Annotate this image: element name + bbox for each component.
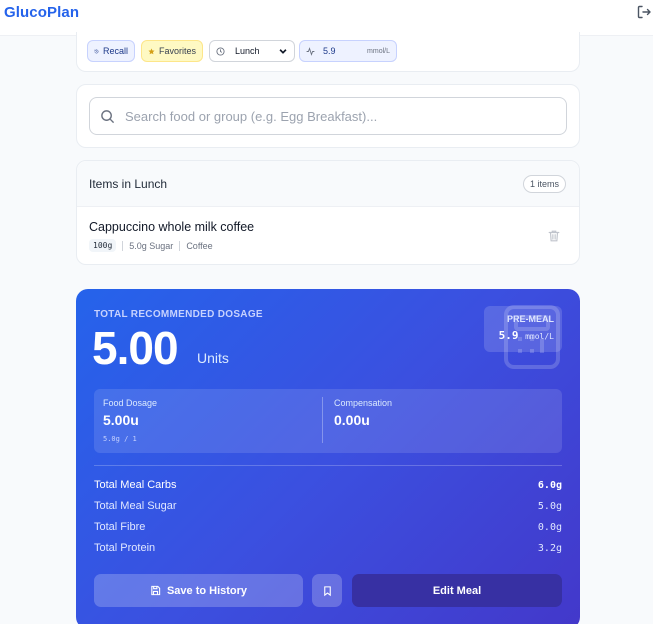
premeal-label: PRE-MEAL bbox=[507, 314, 554, 324]
logout-icon[interactable] bbox=[636, 4, 652, 20]
save-to-history-button[interactable]: Save to History bbox=[94, 574, 303, 607]
divider bbox=[122, 240, 124, 251]
bookmark-button[interactable] bbox=[312, 574, 342, 607]
dosage-breakdown: Food Dosage 5.00u 5.0g / 1 Compensation … bbox=[94, 389, 562, 453]
edit-meal-button[interactable]: Edit Meal bbox=[352, 574, 562, 607]
meal-type-select[interactable]: Lunch bbox=[209, 40, 295, 62]
items-count-badge: 1 items bbox=[523, 175, 567, 193]
dosage-summary-card: TOTAL RECOMMENDED DOSAGE 5.00 Units PRE-… bbox=[76, 289, 580, 624]
total-sugar-label: Total Meal Sugar bbox=[94, 500, 177, 512]
meal-items-header: Items in Lunch 1 items bbox=[77, 161, 579, 207]
chevron-down-icon bbox=[279, 49, 287, 54]
star-icon bbox=[148, 47, 155, 54]
total-fibre-label: Total Fibre bbox=[94, 521, 146, 533]
total-sugar-value: 5.0g bbox=[537, 501, 562, 512]
clock-icon bbox=[216, 46, 225, 56]
compensation-value: 0.00u bbox=[334, 412, 370, 428]
item-meta: 100g 5.0g Sugar Coffee bbox=[89, 239, 213, 252]
save-icon bbox=[151, 585, 161, 596]
search-card bbox=[76, 84, 580, 148]
dosage-value: 5.00 bbox=[92, 322, 179, 374]
item-name: Cappuccino whole milk coffee bbox=[89, 220, 255, 234]
item-weight-badge: 100g bbox=[89, 239, 117, 252]
meal-type-value: Lunch bbox=[235, 46, 260, 56]
search-field[interactable] bbox=[89, 97, 567, 135]
divider bbox=[322, 397, 323, 443]
item-category: Coffee bbox=[186, 240, 213, 251]
app-header: GlucoPlan bbox=[0, 0, 653, 36]
app-title: GlucoPlan bbox=[4, 4, 80, 21]
food-dosage-formula: 5.0g / 1 bbox=[103, 435, 137, 443]
recall-button[interactable]: Recall bbox=[87, 40, 135, 62]
total-fibre-value: 0.0g bbox=[537, 522, 562, 533]
item-sugar: 5.0g Sugar bbox=[129, 240, 174, 251]
bookmark-icon bbox=[323, 585, 331, 596]
search-icon bbox=[101, 109, 115, 123]
compensation-label: Compensation bbox=[334, 398, 393, 408]
total-carbs-label: Total Meal Carbs bbox=[94, 479, 177, 491]
total-protein-label: Total Protein bbox=[94, 542, 156, 554]
divider bbox=[179, 240, 181, 251]
dosage-unit: Units bbox=[197, 350, 229, 366]
meal-items-title: Items in Lunch bbox=[89, 177, 168, 191]
dosage-label: TOTAL RECOMMENDED DOSAGE bbox=[94, 309, 263, 320]
history-icon bbox=[94, 49, 99, 53]
favorites-button[interactable]: Favorites bbox=[141, 40, 203, 62]
premeal-unit: mmol/L bbox=[525, 332, 554, 341]
favorites-label: Favorites bbox=[158, 46, 196, 56]
meal-items-card: Items in Lunch 1 items Cappuccino whole … bbox=[76, 160, 580, 265]
food-dosage-label: Food Dosage bbox=[103, 398, 158, 408]
total-carbs-value: 6.0g bbox=[537, 480, 562, 491]
search-input[interactable] bbox=[125, 108, 545, 124]
trash-icon[interactable] bbox=[547, 229, 561, 243]
premeal-reading: 5.9 mmol/L bbox=[499, 329, 554, 342]
save-label: Save to History bbox=[166, 584, 248, 597]
meal-filters: Recall Favorites Lunch 5.9 mmol/L bbox=[76, 32, 580, 72]
glucose-input[interactable]: 5.9 mmol/L bbox=[299, 40, 397, 62]
activity-icon bbox=[306, 46, 315, 56]
edit-label: Edit Meal bbox=[432, 584, 482, 597]
premeal-value: 5.9 bbox=[498, 329, 519, 342]
glucose-unit: mmol/L bbox=[367, 47, 390, 55]
premeal-glucose-badge: PRE-MEAL 5.9 mmol/L bbox=[484, 306, 562, 352]
total-protein-value: 3.2g bbox=[537, 543, 562, 554]
food-dosage-value: 5.00u bbox=[103, 412, 139, 428]
recall-label: Recall bbox=[102, 46, 128, 56]
glucose-value: 5.9 bbox=[323, 46, 336, 56]
divider bbox=[94, 465, 562, 466]
